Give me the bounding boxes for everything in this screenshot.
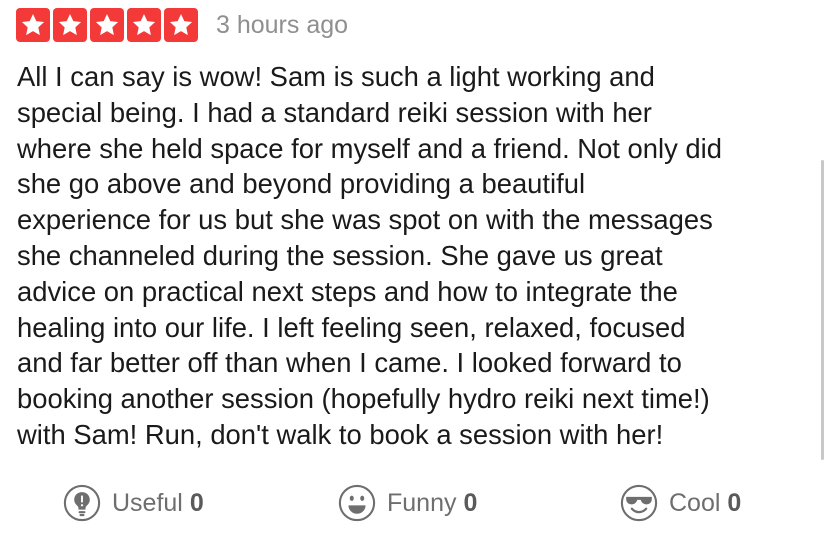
cool-label: Cool: [669, 488, 721, 517]
star-icon: [16, 8, 50, 42]
review-card: 3 hours ago All I can say is wow! Sam is…: [0, 0, 828, 548]
scrollbar[interactable]: [821, 160, 824, 460]
lightbulb-icon: [63, 484, 101, 522]
smiley-icon: [338, 484, 376, 522]
review-body-line: with Sam! Run, don't walk to book a sess…: [17, 418, 664, 450]
review-body-line: special being. I had a standard reiki se…: [17, 96, 652, 128]
useful-label: Useful: [112, 488, 183, 517]
star-icon: [90, 8, 124, 42]
review-timestamp: 3 hours ago: [216, 11, 349, 39]
review-body-line: she go above and beyond providing a beau…: [17, 168, 586, 200]
review-body: All I can say is wow! Sam is such a ligh…: [17, 59, 817, 453]
star-icon: [127, 8, 161, 42]
rating-row: 3 hours ago: [16, 6, 348, 44]
reaction-bar: Useful 0 Funny 0 Cool 0: [0, 481, 828, 525]
cool-button[interactable]: Cool 0: [620, 481, 741, 525]
review-body-line: experience for us but she was spot on wi…: [17, 204, 713, 236]
review-body-line: healing into our life. I left feeling se…: [17, 311, 686, 343]
star-icon: [164, 8, 198, 42]
funny-count: 0: [463, 488, 478, 517]
review-body-line: where she held space for myself and a fr…: [17, 132, 722, 164]
funny-button[interactable]: Funny 0: [338, 481, 477, 525]
review-body-line: All I can say is wow! Sam is such a ligh…: [17, 61, 655, 92]
cool-count: 0: [727, 488, 742, 517]
useful-button[interactable]: Useful 0: [63, 481, 204, 525]
star-rating: [16, 8, 198, 42]
review-body-line: she channeled during the session. She ga…: [17, 239, 663, 271]
star-icon: [53, 8, 87, 42]
review-body-line: and far better off than when I came. I l…: [17, 347, 682, 379]
useful-count: 0: [189, 488, 204, 517]
sunglasses-icon: [620, 484, 658, 522]
review-body-line: advice on practical next steps and how t…: [17, 275, 678, 307]
review-body-line: booking another session (hopefully hydro…: [17, 383, 710, 415]
funny-label: Funny: [387, 488, 457, 517]
